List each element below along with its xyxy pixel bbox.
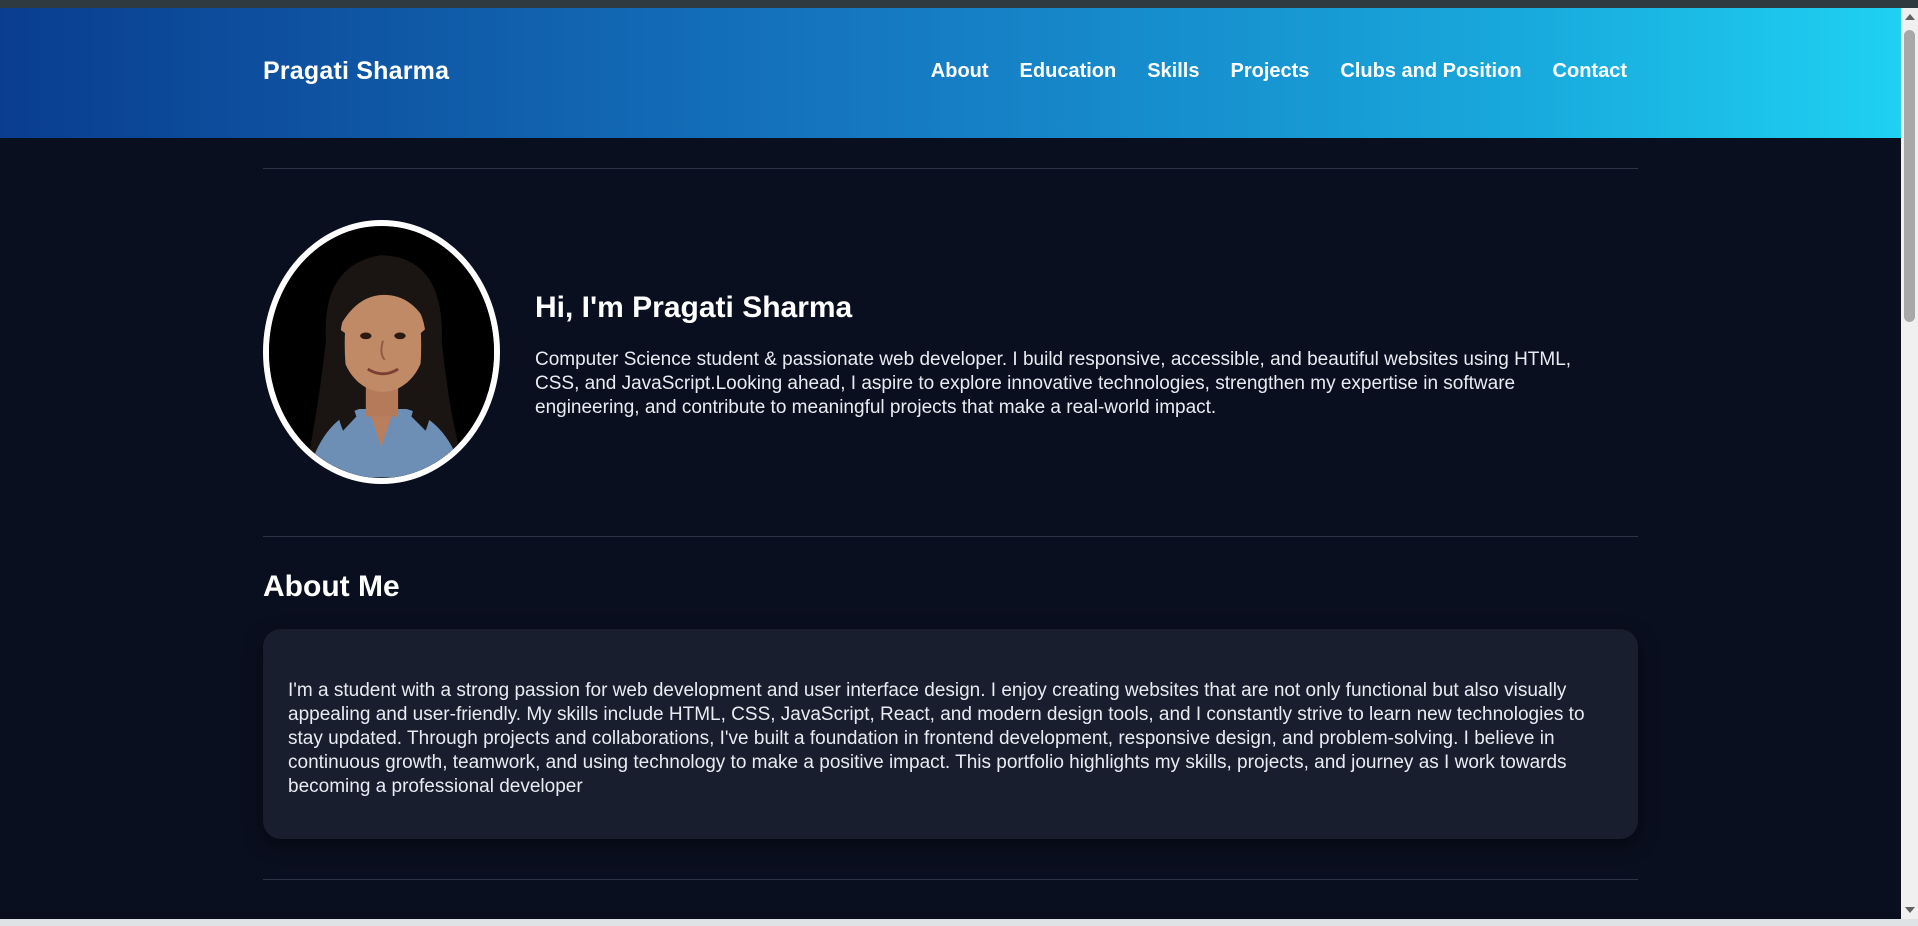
about-section-title: About Me [263,570,400,603]
section-divider [263,168,1638,169]
nav-link-education[interactable]: Education [1020,60,1117,83]
browser-top-edge [0,0,1918,8]
nav-link-skills[interactable]: Skills [1147,60,1199,83]
hero-title: Hi, I'm Pragati Sharma [535,291,853,324]
navbar: Pragati Sharma About Education Skills Pr… [0,8,1901,138]
profile-photo-illustration [269,226,494,478]
nav-link-contact[interactable]: Contact [1553,60,1627,83]
browser-viewport: Pragati Sharma About Education Skills Pr… [0,0,1918,926]
section-divider [263,536,1638,537]
brand-name[interactable]: Pragati Sharma [263,57,449,86]
scroll-down-arrow-icon[interactable] [1905,907,1915,913]
portfolio-page: Pragati Sharma About Education Skills Pr… [0,8,1901,919]
hero-description: Computer Science student & passionate we… [535,349,1572,418]
nav-link-projects[interactable]: Projects [1230,60,1309,83]
scroll-up-arrow-icon[interactable] [1905,14,1915,20]
profile-photo [263,220,500,484]
section-divider [263,879,1638,880]
browser-bottom-edge [0,919,1918,926]
about-card: I'm a student with a strong passion for … [263,629,1638,839]
scrollbar-thumb[interactable] [1904,30,1915,322]
nav-link-clubs-and-position[interactable]: Clubs and Position [1340,60,1521,83]
vertical-scrollbar[interactable] [1901,8,1918,919]
nav-link-about[interactable]: About [931,60,989,83]
nav-links: About Education Skills Projects Clubs an… [931,60,1627,83]
about-description: I'm a student with a strong passion for … [288,680,1585,797]
